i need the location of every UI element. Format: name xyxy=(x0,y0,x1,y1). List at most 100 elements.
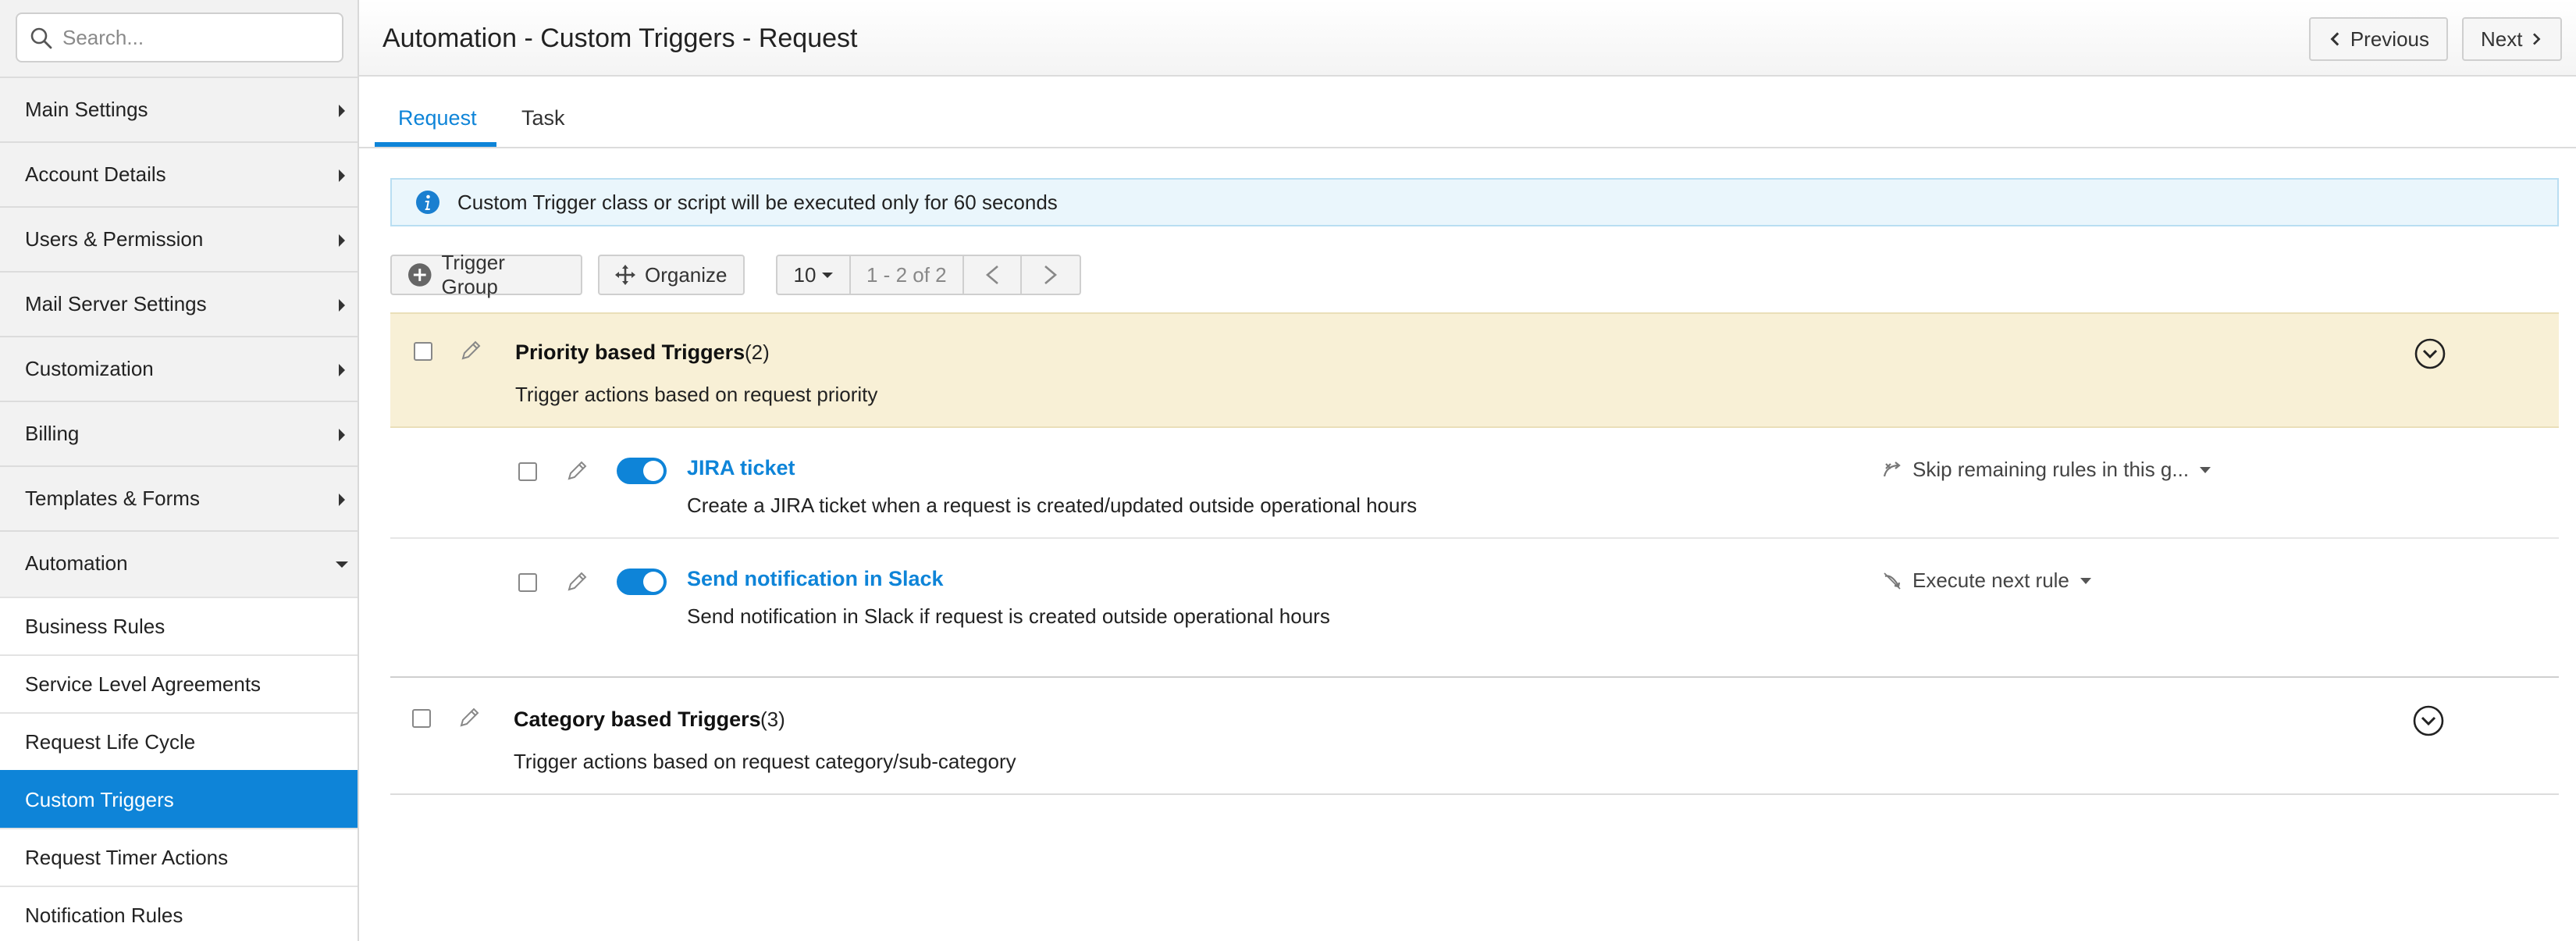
page-size-value: 10 xyxy=(793,262,817,287)
rule-action-dropdown[interactable]: Execute next rule xyxy=(1881,569,2091,593)
pencil-icon[interactable] xyxy=(457,706,481,729)
add-trigger-group-button[interactable]: Trigger Group xyxy=(390,251,582,298)
submenu-item-label: Custom Triggers xyxy=(25,787,174,811)
trigger-group-category: Category based Triggers (3) Trigger acti… xyxy=(390,676,2559,795)
rule-enabled-toggle[interactable] xyxy=(617,569,667,595)
rule-enabled-toggle[interactable] xyxy=(617,458,667,484)
info-icon xyxy=(416,191,439,214)
tab-task[interactable]: Task xyxy=(521,106,565,130)
move-icon xyxy=(615,265,635,285)
caret-right-icon xyxy=(339,429,345,441)
page-header: Automation - Custom Triggers - Request P… xyxy=(359,0,2576,77)
rule-action-dropdown[interactable]: Skip remaining rules in this g... xyxy=(1881,458,2211,482)
rule-title[interactable]: Send notification in Slack xyxy=(687,567,944,591)
sidebar: Main Settings Account Details Users & Pe… xyxy=(0,0,359,941)
caret-right-icon xyxy=(339,169,345,182)
menu-item-label: Main Settings xyxy=(25,98,148,121)
group-count: (2) xyxy=(745,340,770,364)
tab-bar: Request Task xyxy=(359,77,2576,148)
info-banner: Custom Trigger class or script will be e… xyxy=(390,178,2559,226)
submenu-item-label: Business Rules xyxy=(25,614,165,638)
page-title: Automation - Custom Triggers - Request xyxy=(382,23,858,53)
pencil-icon[interactable] xyxy=(565,570,589,593)
menu-item-billing[interactable]: Billing xyxy=(0,401,358,465)
caret-right-icon xyxy=(339,105,345,117)
submenu-item-label: Service Level Agreements xyxy=(25,672,262,696)
next-page-button[interactable] xyxy=(1022,256,1080,294)
menu-item-label: Users & Permission xyxy=(25,227,204,251)
caret-down-icon xyxy=(822,272,834,278)
active-tab-indicator xyxy=(375,142,496,147)
submenu-item-notification-rules[interactable]: Notification Rules xyxy=(0,886,358,941)
trigger-rule-slack: Send notification in Slack Send notifica… xyxy=(390,539,2559,650)
chevron-left-icon xyxy=(985,266,998,284)
automation-submenu: Business Rules Service Level Agreements … xyxy=(0,597,358,941)
submenu-item-label: Request Life Cycle xyxy=(25,729,196,754)
chevron-left-icon xyxy=(2330,32,2339,46)
rule-action-label: Execute next rule xyxy=(1912,569,2069,592)
caret-right-icon xyxy=(339,494,345,506)
pencil-icon[interactable] xyxy=(459,339,482,362)
menu-item-customization[interactable]: Customization xyxy=(0,336,358,401)
submenu-item-request-life-cycle[interactable]: Request Life Cycle xyxy=(0,712,358,770)
menu-item-automation[interactable]: Automation xyxy=(0,530,358,595)
rule-checkbox[interactable] xyxy=(518,462,537,481)
organize-label: Organize xyxy=(645,262,728,287)
submenu-item-label: Notification Rules xyxy=(25,903,183,927)
settings-menu: Main Settings Account Details Users & Pe… xyxy=(0,77,358,595)
submenu-item-label: Request Timer Actions xyxy=(25,845,229,869)
chevron-down-circle-icon[interactable] xyxy=(2412,704,2445,737)
menu-item-account-details[interactable]: Account Details xyxy=(0,141,358,206)
previous-button[interactable]: Previous xyxy=(2309,17,2448,61)
group-title: Priority based Triggers xyxy=(515,340,745,364)
submenu-item-request-timer-actions[interactable]: Request Timer Actions xyxy=(0,828,358,886)
search-box[interactable] xyxy=(16,12,343,62)
pencil-icon[interactable] xyxy=(565,459,589,483)
menu-item-users-permission[interactable]: Users & Permission xyxy=(0,206,358,271)
rule-description: Send notification in Slack if request is… xyxy=(687,604,1330,628)
rule-action-label: Skip remaining rules in this g... xyxy=(1912,458,2190,481)
caret-down-icon xyxy=(336,561,348,568)
group-description: Trigger actions based on request priorit… xyxy=(515,383,878,406)
trigger-group-priority: Priority based Triggers (2) Trigger acti… xyxy=(390,312,2559,428)
caret-right-icon xyxy=(339,364,345,376)
trigger-rule-jira: JIRA ticket Create a JIRA ticket when a … xyxy=(390,428,2559,539)
page-size-select[interactable]: 10 xyxy=(777,256,851,294)
group-count: (3) xyxy=(760,708,785,731)
menu-item-label: Templates & Forms xyxy=(25,487,200,510)
menu-item-mail-server-settings[interactable]: Mail Server Settings xyxy=(0,271,358,336)
tab-request[interactable]: Request xyxy=(398,106,477,130)
group-checkbox[interactable] xyxy=(414,342,432,361)
submenu-item-business-rules[interactable]: Business Rules xyxy=(0,597,358,654)
group-checkbox[interactable] xyxy=(412,709,431,728)
info-text: Custom Trigger class or script will be e… xyxy=(457,190,1058,214)
search-input[interactable] xyxy=(62,22,328,53)
caret-down-icon xyxy=(2200,466,2211,473)
skip-rules-icon xyxy=(1883,461,1901,476)
plus-circle-icon xyxy=(407,263,432,287)
caret-right-icon xyxy=(339,299,345,312)
rule-title[interactable]: JIRA ticket xyxy=(687,456,795,480)
chevron-down-circle-icon[interactable] xyxy=(2414,337,2446,370)
group-title: Category based Triggers xyxy=(514,708,761,731)
next-button-label: Next xyxy=(2481,27,2523,51)
next-button[interactable]: Next xyxy=(2462,17,2562,61)
submenu-item-custom-triggers[interactable]: Custom Triggers xyxy=(0,770,358,828)
page-range: 1 - 2 of 2 xyxy=(851,256,964,294)
menu-item-templates-forms[interactable]: Templates & Forms xyxy=(0,465,358,530)
rule-checkbox[interactable] xyxy=(518,573,537,592)
caret-down-icon xyxy=(2080,577,2091,584)
pagination: 10 1 - 2 of 2 xyxy=(776,255,1081,295)
organize-button[interactable]: Organize xyxy=(598,255,745,295)
submenu-item-service-level-agreements[interactable]: Service Level Agreements xyxy=(0,654,358,712)
menu-item-main-settings[interactable]: Main Settings xyxy=(0,77,358,141)
menu-item-label: Automation xyxy=(25,551,128,575)
toggle-knob xyxy=(643,461,664,481)
menu-item-label: Billing xyxy=(25,422,80,445)
chevron-right-icon xyxy=(2533,33,2541,45)
caret-right-icon xyxy=(339,234,345,247)
execute-next-icon xyxy=(1884,572,1901,590)
group-description: Trigger actions based on request categor… xyxy=(514,750,1016,773)
chevron-right-icon xyxy=(1044,266,1057,284)
previous-page-button[interactable] xyxy=(964,256,1022,294)
